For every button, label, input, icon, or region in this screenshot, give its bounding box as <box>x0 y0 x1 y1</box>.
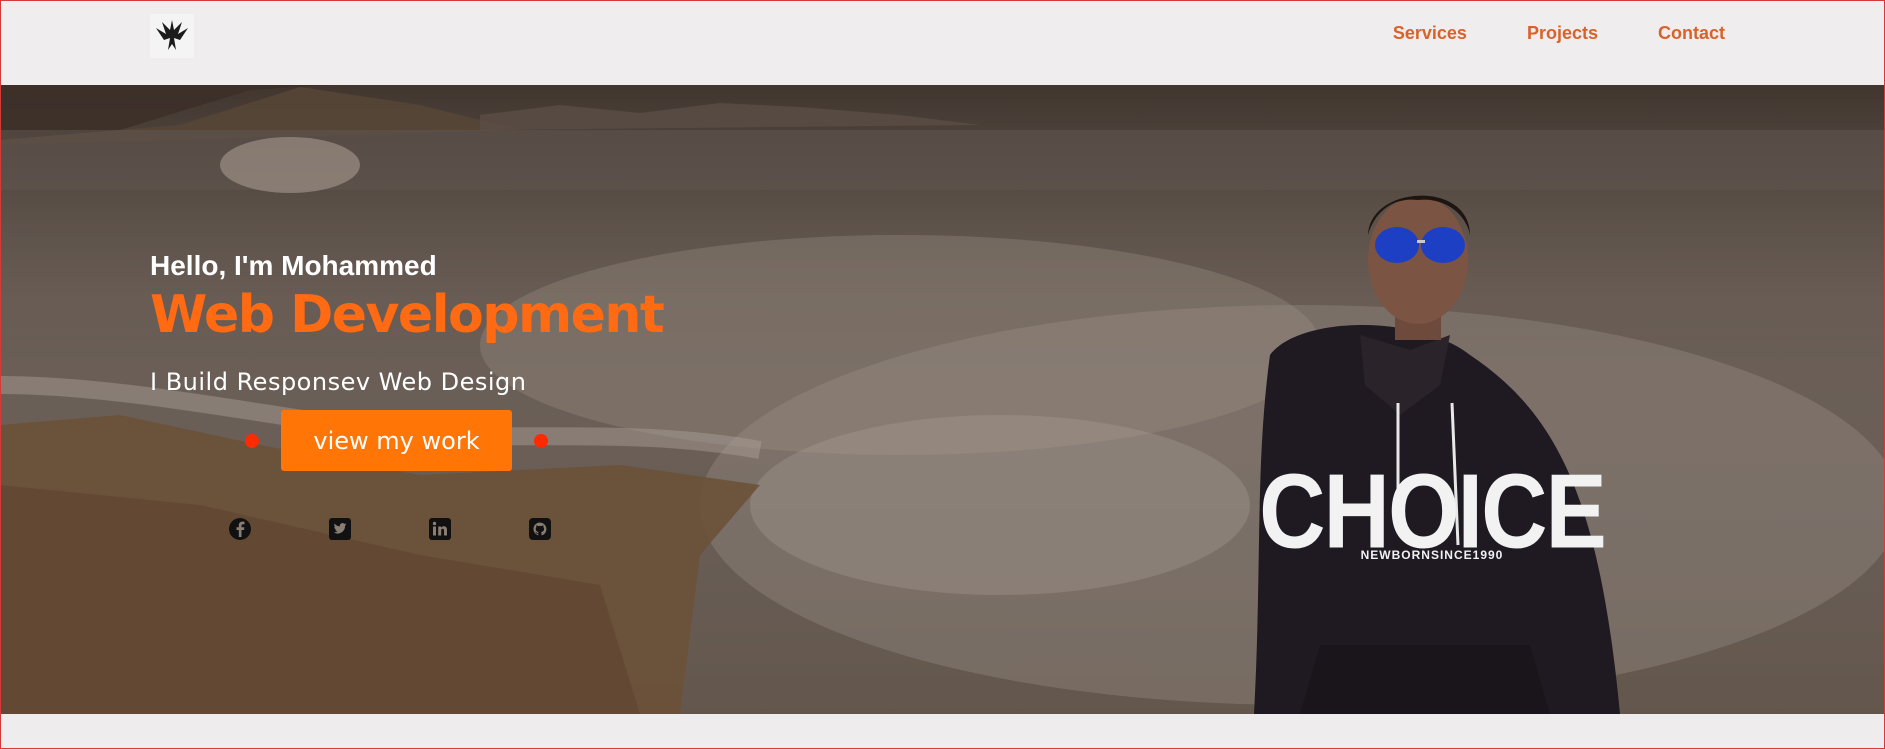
phoenix-logo-icon[interactable] <box>150 14 194 58</box>
hero-tagline: I Build Responsev Web Design <box>150 368 527 396</box>
linkedin-icon[interactable] <box>428 517 452 541</box>
beach-background-image: CHOICE NEWBORNSINCE1990 <box>0 85 1885 714</box>
view-my-work-button[interactable]: view my work <box>281 410 512 471</box>
site-header: Services Projects Contact <box>0 0 1885 85</box>
social-links <box>228 517 552 541</box>
facebook-icon[interactable] <box>228 517 252 541</box>
nav-link-contact[interactable]: Contact <box>1658 23 1725 44</box>
main-nav: Services Projects Contact <box>1393 23 1725 44</box>
hero-role-title: Web Development <box>150 285 665 345</box>
nav-link-projects[interactable]: Projects <box>1527 23 1598 44</box>
cta-dot-left <box>245 433 259 448</box>
hero-section: CHOICE NEWBORNSINCE1990 Hello, I'm Moham… <box>0 85 1885 714</box>
hero-greeting: Hello, I'm Mohammed <box>150 250 437 281</box>
nav-link-services[interactable]: Services <box>1393 23 1467 44</box>
shirt-subtext: NEWBORNSINCE1990 <box>1361 548 1504 562</box>
cta-group: view my work <box>245 410 548 471</box>
twitter-icon[interactable] <box>328 517 352 541</box>
github-icon[interactable] <box>528 517 552 541</box>
next-section-strip <box>0 714 1885 749</box>
cta-dot-right <box>534 433 548 448</box>
